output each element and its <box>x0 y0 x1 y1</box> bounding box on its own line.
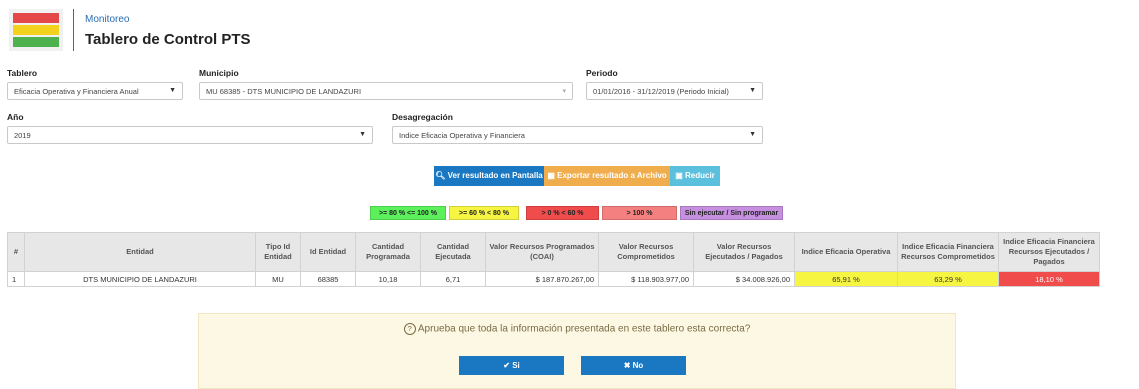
tablero-select[interactable]: Eficacia Operativa y Financiera Anual ▼ <box>7 82 183 100</box>
programmed-qty-cell: 10,18 <box>355 271 421 287</box>
approval-question-text: Aprueba que toda la información presenta… <box>417 323 751 335</box>
operational-efficacy-cell: 65,91 % <box>794 271 898 287</box>
minimize-icon: ▣ <box>675 171 683 180</box>
column-header: Valor Recursos Comprometidos <box>598 232 694 272</box>
approve-no-button[interactable]: ✖ No <box>581 356 686 375</box>
entity-id-cell: 68385 <box>300 271 356 287</box>
reduce-button[interactable]: ▣ Reducir <box>670 166 720 186</box>
column-header: Indice Eficacia Operativa <box>794 232 898 272</box>
column-header: Id Entidad <box>300 232 356 272</box>
chevron-down-icon: ▼ <box>359 131 366 138</box>
programmed-resources-cell: $ 187.870.267,00 <box>485 271 599 287</box>
periodo-label: Periodo <box>586 68 618 78</box>
chevron-down-icon: ▼ <box>169 87 176 94</box>
approval-question: ? Aprueba que toda la información presen… <box>199 323 955 335</box>
header-divider <box>73 9 74 51</box>
executed-resources-cell: $ 34.008.926,00 <box>693 271 795 287</box>
column-header: Entidad <box>24 232 256 272</box>
logo-red-stripe <box>13 13 59 23</box>
app-logo <box>9 9 63 51</box>
column-header: Valor Recursos Ejecutados / Pagados <box>693 232 795 272</box>
approve-no-label: No <box>632 361 644 370</box>
chevron-down-icon: ▾ <box>562 88 566 95</box>
desagregacion-value: Indice Eficacia Operativa y Financiera <box>399 131 525 140</box>
results-table: # Entidad Tipo Id Entidad Id Entidad Can… <box>7 232 1100 287</box>
chevron-down-icon: ▼ <box>749 87 756 94</box>
view-results-button[interactable]: 🔍︎ Ver resultado en Pantalla <box>434 166 544 186</box>
reduce-label: Reducir <box>685 171 715 180</box>
check-icon: ✔ <box>503 361 510 370</box>
anio-label: Año <box>7 112 24 122</box>
legend-item: >= 80 % <= 100 % <box>370 206 446 220</box>
close-icon: ✖ <box>623 361 631 370</box>
table-row: 1 DTS MUNICIPIO DE LANDAZURI MU 68385 10… <box>7 271 1100 287</box>
approve-yes-label: Si <box>512 361 520 370</box>
municipio-value: MU 68385 - DTS MUNICIPIO DE LANDAZURI <box>206 87 362 96</box>
executed-qty-cell: 6,71 <box>420 271 486 287</box>
view-results-label: Ver resultado en Pantalla <box>447 171 543 180</box>
chevron-down-icon: ▼ <box>749 131 756 138</box>
periodo-value: 01/01/2016 - 31/12/2019 (Periodo Inicial… <box>593 87 729 96</box>
breadcrumb[interactable]: Monitoreo <box>85 14 129 25</box>
committed-resources-cell: $ 118.903.977,00 <box>598 271 694 287</box>
export-button[interactable]: ▦ Exportar resultado a Archivo <box>544 166 670 186</box>
committed-financial-efficacy-cell: 63,29 % <box>897 271 999 287</box>
column-header: Cantidad Programada <box>355 232 421 272</box>
municipio-select[interactable]: MU 68385 - DTS MUNICIPIO DE LANDAZURI ▾ <box>199 82 573 100</box>
column-header: # <box>7 232 25 272</box>
legend-item: > 100 % <box>602 206 677 220</box>
table-header-row: # Entidad Tipo Id Entidad Id Entidad Can… <box>7 232 1100 272</box>
spreadsheet-icon: ▦ <box>547 171 555 180</box>
question-circle-icon: ? <box>403 323 416 335</box>
column-header: Indice Eficacia Financiera Recursos Comp… <box>897 232 999 272</box>
column-header: Indice Eficacia Financiera Recursos Ejec… <box>998 232 1100 272</box>
column-header: Valor Recursos Programados (COAI) <box>485 232 599 272</box>
anio-value: 2019 <box>14 131 31 140</box>
search-icon: 🔍︎ <box>435 171 446 180</box>
tablero-value: Eficacia Operativa y Financiera Anual <box>14 87 139 96</box>
approval-panel: ? Aprueba que toda la información presen… <box>198 313 956 389</box>
export-label: Exportar resultado a Archivo <box>557 171 667 180</box>
paid-financial-efficacy-cell: 18,10 % <box>998 271 1100 287</box>
row-number: 1 <box>7 271 25 287</box>
logo-green-stripe <box>13 37 59 47</box>
legend-item: Sin ejecutar / Sin programar <box>680 206 783 220</box>
entity-type-cell: MU <box>255 271 301 287</box>
column-header: Tipo Id Entidad <box>255 232 301 272</box>
municipio-label: Municipio <box>199 68 239 78</box>
desagregacion-label: Desagregación <box>392 112 453 122</box>
approve-yes-button[interactable]: ✔ Si <box>459 356 564 375</box>
periodo-select[interactable]: 01/01/2016 - 31/12/2019 (Periodo Inicial… <box>586 82 763 100</box>
column-header: Cantidad Ejecutada <box>420 232 486 272</box>
desagregacion-select[interactable]: Indice Eficacia Operativa y Financiera ▼ <box>392 126 763 144</box>
legend-item: > 0 % < 60 % <box>526 206 599 220</box>
page-title: Tablero de Control PTS <box>85 31 251 48</box>
legend-item: >= 60 % < 80 % <box>449 206 519 220</box>
logo-yellow-stripe <box>13 25 59 35</box>
anio-select[interactable]: 2019 ▼ <box>7 126 373 144</box>
tablero-label: Tablero <box>7 68 38 78</box>
entity-cell: DTS MUNICIPIO DE LANDAZURI <box>24 271 256 287</box>
